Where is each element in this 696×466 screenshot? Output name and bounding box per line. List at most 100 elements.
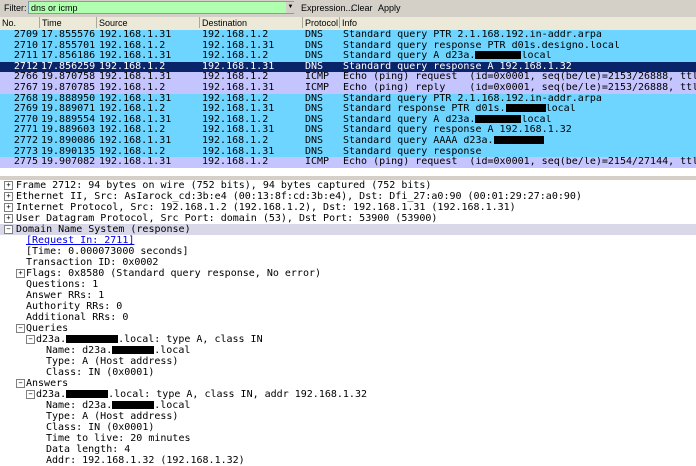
packet-no: 2767 — [13, 83, 38, 93]
column-header-info[interactable]: Info — [340, 17, 696, 28]
packet-row[interactable]: 2773 19.890135 192.168.1.2 192.168.1.31 DNS S… — [0, 146, 696, 158]
collapse-icon[interactable]: − — [16, 324, 25, 333]
packet-time: 19.890135 — [41, 146, 96, 157]
request-in-text[interactable]: [Request In: 2711] — [26, 235, 134, 246]
redaction-box — [66, 390, 109, 398]
query-class: Class: IN (0x0001) — [46, 367, 155, 378]
packet-protocol: DNS — [305, 146, 324, 157]
expand-icon[interactable]: + — [4, 203, 13, 212]
expression-button[interactable]: Expression... — [301, 3, 353, 13]
packet-info-text: Echo (ping) request (id=0x0001, seq(be/l… — [343, 72, 696, 83]
packet-no: 2771 — [13, 125, 38, 136]
query-name: Name: d23a. .local — [46, 345, 190, 356]
packet-source: 192.168.1.31 — [99, 93, 172, 104]
packet-source: 192.168.1.2 — [99, 40, 166, 51]
dns-summary: Domain Name System (response) — [16, 224, 191, 235]
answer-addr: Addr: 192.168.1.32 (192.168.1.32) — [46, 455, 245, 466]
packet-protocol: ICMP — [305, 83, 330, 93]
packet-destination: 192.168.1.2 — [202, 114, 269, 125]
packet-row[interactable]: 2709 17.855576 192.168.1.31 192.168.1.2 DNS S… — [0, 30, 696, 41]
packet-info-text: Standard query response — [343, 146, 482, 157]
expand-icon[interactable]: + — [4, 181, 13, 190]
questions: Questions: 1 — [26, 279, 99, 290]
packet-row[interactable]: 2711 17.856186 192.168.1.31 192.168.1.2 DNS S… — [0, 51, 696, 62]
transaction-id: Transaction ID: 0x0002 — [26, 257, 159, 268]
packet-destination: 192.168.1.31 — [202, 61, 275, 72]
packet-destination: 192.168.1.2 — [202, 136, 269, 146]
authority-rrs: Authority RRs: 0 — [26, 301, 123, 312]
packet-destination: 192.168.1.2 — [202, 30, 269, 40]
packet-list: No. Time Source Destination Protocol Inf… — [0, 17, 696, 176]
packet-row[interactable]: 2710 17.855701 192.168.1.2 192.168.1.31 DNS S… — [0, 40, 696, 52]
packet-source: 192.168.1.2 — [99, 104, 166, 115]
filter-dropdown-icon[interactable]: ▼ — [286, 2, 295, 13]
expand-icon[interactable]: + — [4, 192, 13, 201]
packet-info-suffix: local — [545, 104, 576, 115]
column-header-no[interactable]: No. — [0, 17, 40, 28]
redaction-box — [66, 335, 119, 343]
packet-row[interactable]: 2768 19.888950 192.168.1.31 192.168.1.2 DNS S… — [0, 93, 696, 105]
packet-info: Standard query A d23a. local — [343, 51, 696, 62]
flags-summary: Flags: 0x8580 (Standard query response, … — [26, 268, 322, 279]
packet-destination: 192.168.1.31 — [202, 146, 275, 157]
redaction-box — [475, 51, 522, 60]
dns-time: [Time: 0.000073000 seconds] — [26, 246, 189, 257]
packet-time: 17.855701 — [41, 40, 96, 51]
packet-destination: 192.168.1.2 — [202, 93, 269, 104]
answer-head-prefix: d23a. — [36, 389, 67, 400]
packet-info-text: Standard query PTR 2.1.168.192.in-addr.a… — [343, 93, 602, 104]
packet-protocol: DNS — [305, 114, 324, 125]
packet-info: Echo (ping) request (id=0x0001, seq(be/l… — [343, 72, 696, 83]
packet-destination: 192.168.1.2 — [202, 72, 269, 83]
request-in-link[interactable]: [Request In: 2711] — [26, 235, 134, 246]
packet-info: Standard query PTR 2.1.168.192.in-addr.a… — [343, 30, 696, 41]
tree-dns[interactable]: − Domain Name System (response) — [0, 224, 696, 235]
packet-info-text: Standard query AAAA d23a. — [343, 136, 494, 146]
packet-row[interactable]: 2766 19.870758 192.168.1.31 192.168.1.2 ICMP… — [0, 72, 696, 83]
packet-no: 2769 — [13, 104, 38, 115]
packet-row[interactable]: 2767 19.870785 192.168.1.2 192.168.1.31 ICMP… — [0, 83, 696, 94]
expand-icon[interactable]: + — [4, 214, 13, 223]
redaction-box — [112, 401, 155, 409]
collapse-icon[interactable]: − — [26, 335, 35, 344]
packet-source: 192.168.1.31 — [99, 136, 172, 146]
packet-info: Standard query AAAA d23a. — [343, 136, 696, 147]
packet-info: Standard query response PTR d01s.designo… — [343, 41, 696, 52]
collapse-icon[interactable]: − — [26, 390, 35, 399]
packet-row[interactable]: 2772 19.890086 192.168.1.31 192.168.1.2 DNS S… — [0, 136, 696, 147]
packet-time: 19.870758 — [41, 72, 96, 83]
packet-protocol: DNS — [305, 104, 324, 115]
frame-summary: Frame 2712: 94 bytes on wire (752 bits),… — [16, 180, 432, 191]
packet-row[interactable]: 2712 17.856259 192.168.1.2 192.168.1.31 DNS S… — [0, 61, 696, 73]
expand-icon[interactable]: + — [16, 269, 25, 278]
packet-info-text: Echo (ping) request (id=0x0001, seq(be/l… — [343, 157, 696, 168]
column-header-protocol[interactable]: Protocol — [303, 17, 340, 28]
redaction-box — [493, 136, 544, 144]
packet-time: 19.907082 — [41, 157, 96, 168]
packet-row[interactable]: 2769 19.889071 192.168.1.2 192.168.1.31 DNS S… — [0, 104, 696, 115]
packet-time: 19.889603 — [41, 125, 96, 136]
packet-row[interactable]: 2771 19.889603 192.168.1.2 192.168.1.31 DNS S… — [0, 125, 696, 136]
packet-time: 17.856186 — [41, 51, 96, 62]
packet-list-header: No. Time Source Destination Protocol Inf… — [0, 17, 696, 31]
collapse-icon[interactable]: − — [16, 379, 25, 388]
answer-class: Class: IN (0x0001) — [46, 422, 155, 433]
packet-protocol: DNS — [305, 93, 324, 104]
column-header-source[interactable]: Source — [97, 17, 200, 28]
packet-row[interactable]: 2775 19.907082 192.168.1.31 192.168.1.2 ICMP… — [0, 157, 696, 168]
packet-time: 17.856259 — [41, 61, 96, 72]
packet-destination: 192.168.1.31 — [202, 83, 275, 93]
column-header-destination[interactable]: Destination — [200, 17, 303, 28]
filter-input[interactable] — [28, 1, 294, 14]
packet-protocol: ICMP — [305, 157, 330, 168]
clear-button[interactable]: Clear — [351, 3, 373, 13]
packet-info-text: Standard query A d23a. — [343, 51, 476, 62]
packet-protocol: DNS — [305, 30, 324, 40]
packet-info-text: Standard query A d23a. — [343, 114, 476, 125]
column-header-time[interactable]: Time — [40, 17, 97, 28]
collapse-icon[interactable]: − — [4, 225, 13, 234]
apply-button[interactable]: Apply — [378, 3, 401, 13]
packet-info-text: Standard query PTR 2.1.168.192.in-addr.a… — [343, 30, 602, 40]
answer-data-length: Data length: 4 — [46, 444, 131, 455]
packet-row[interactable]: 2770 19.889554 192.168.1.31 192.168.1.2 DNS S… — [0, 114, 696, 126]
